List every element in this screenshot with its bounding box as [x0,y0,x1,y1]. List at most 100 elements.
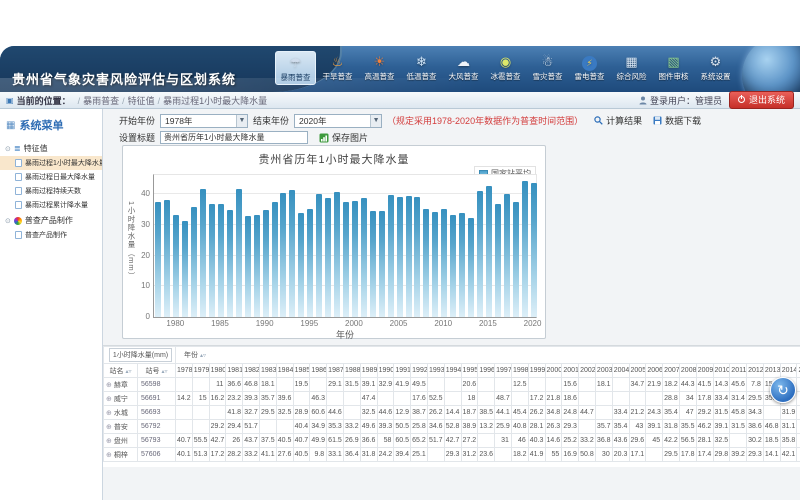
calculate-button[interactable]: 计算结果 [594,114,642,127]
value-cell: 51.7 [243,420,260,434]
value-cell: 14.4 [444,406,461,420]
bar-1989 [254,215,260,317]
bar-2015 [486,186,492,317]
bar-2005 [397,197,403,317]
drought-icon: ♨ [332,54,344,70]
value-cell: 46.3 [310,392,327,406]
toolbar-item-label: 低温普查 [401,71,442,82]
value-cell: 39.1 [360,378,377,392]
toolbar-item[interactable]: ◉冰雹普查 [485,51,526,85]
value-cell: 31.5 [730,420,747,434]
toolbar-item[interactable]: ☀高温普查 [359,51,400,85]
value-cell: 17.1 [629,448,646,462]
toolbar-item[interactable]: ♨干旱普查 [317,51,358,85]
toolbar-item-label: 冰雹普查 [485,71,526,82]
value-cell: 43.6 [612,434,629,448]
year-column-header: 2014 [780,364,797,378]
value-cell: 55 [545,448,562,462]
value-cell: 44.3 [679,378,696,392]
sort-arrows-icon[interactable]: ▴▿ [161,369,167,375]
save-disk-icon [653,116,662,125]
value-cell: 28.1 [696,434,713,448]
y-tick-label: 10 [128,281,150,290]
expand-row-icon[interactable]: ⊕ [106,424,112,431]
value-cell [293,392,310,406]
expand-row-icon[interactable]: ⊕ [106,382,112,389]
toolbar-item[interactable]: ▦综合风险 [611,51,652,85]
year-column-header: 2010 [713,364,730,378]
value-cell [394,392,411,406]
end-year-select[interactable]: 2020年▼ [294,114,382,128]
value-cell: 35.4 [612,420,629,434]
expand-row-icon[interactable]: ⊕ [106,452,112,459]
save-image-button[interactable]: 保存图片 [319,131,368,144]
toolbar-item[interactable]: ▧图件审核 [653,51,694,85]
value-cell: 65.2 [411,434,428,448]
value-cell: 12.5 [511,378,528,392]
sidebar-item[interactable]: 普查产品制作 [0,228,102,242]
toolbar-item-label: 暴雨普查 [276,72,315,83]
value-cell: 33.4 [612,406,629,420]
data-download-button[interactable]: 数据下载 [653,114,701,127]
toolbar-item[interactable]: ☁大风普查 [443,51,484,85]
value-cell: 25.8 [411,420,428,434]
value-cell [629,392,646,406]
value-cell: 28.2 [226,448,243,462]
breadcrumb-link[interactable]: 暴雨过程1小时最大降水量 [163,96,267,106]
expand-row-icon[interactable]: ⊕ [106,410,112,417]
station-sort-header[interactable]: 站名▴▿ [104,364,138,378]
toolbar-item-label: 大风普查 [443,71,484,82]
station-id-sort-header[interactable]: 站号▴▿ [138,364,176,378]
sidebar-group[interactable]: ⊙≣特征值 [0,140,102,156]
station-name-cell: ⊕桐梓 [104,448,138,462]
sort-arrows-icon[interactable]: ▴▿ [200,353,206,359]
sidebar-item-label: 暴雨过程日最大降水量 [25,172,95,182]
toolbar-item[interactable]: ⚡雷电普查 [569,51,610,85]
sort-arrows-icon[interactable]: ▴▿ [125,369,131,375]
logout-button[interactable]: 退出系统 [729,91,794,109]
list-icon: ≣ [14,144,21,153]
value-cell: 20.6 [461,378,478,392]
toolbar-item[interactable]: ⚙系统设置 [695,51,736,85]
value-cell: 39.6 [276,392,293,406]
sidebar-item[interactable]: 暴雨过程1小时最大降水量 [0,156,102,170]
bar-1998 [334,192,340,317]
toolbar-item[interactable]: ☃雪灾普查 [527,51,568,85]
year-column-header: 1982 [243,364,260,378]
expand-row-icon[interactable]: ⊕ [106,396,112,403]
sidebar-item-label: 暴雨过程持续天数 [25,186,81,196]
value-cell: 29.3 [562,420,579,434]
year-column-header: 2000 [545,364,562,378]
value-cell: 35.7 [595,420,612,434]
sidebar-item[interactable]: 暴雨过程累计降水量 [0,198,102,212]
start-year-select[interactable]: 1978年▼ [160,114,248,128]
value-cell [511,392,528,406]
toolbar-item[interactable]: ☂暴雨普查 [275,51,316,85]
expand-row-icon[interactable]: ⊕ [106,438,112,445]
value-cell: 35.7 [259,392,276,406]
toolbar-item[interactable]: ❄低温普查 [401,51,442,85]
bar-1996 [316,194,322,317]
year-column-header: 2013 [763,364,780,378]
sidebar-item[interactable]: 暴雨过程持续天数 [0,184,102,198]
chart-title-input[interactable] [160,131,308,144]
breadcrumb-link[interactable]: 暴雨普查 [83,96,119,106]
value-cell [209,406,226,420]
y-axis-label: 1小时降水量（mm） [126,201,137,280]
bar-2008 [423,209,429,317]
value-cell [192,378,209,392]
value-cell: 23.6 [478,448,495,462]
value-cell: 28.9 [293,406,310,420]
value-cell: 12.9 [394,406,411,420]
value-cell: 29.8 [713,448,730,462]
bar-1991 [272,202,278,317]
breadcrumb-link[interactable]: 特征值 [128,96,155,106]
refresh-float-button[interactable]: ↻ [770,377,796,403]
sidebar-group[interactable]: ⊙普查产品制作 [0,212,102,228]
value-cell: 34.7 [629,378,646,392]
year-column-header: 1990 [377,364,394,378]
sidebar-item[interactable]: 暴雨过程日最大降水量 [0,170,102,184]
value-cell: 17.2 [209,448,226,462]
bar-2011 [450,215,456,317]
year-sort-header[interactable]: 年份▴▿ [176,347,800,364]
